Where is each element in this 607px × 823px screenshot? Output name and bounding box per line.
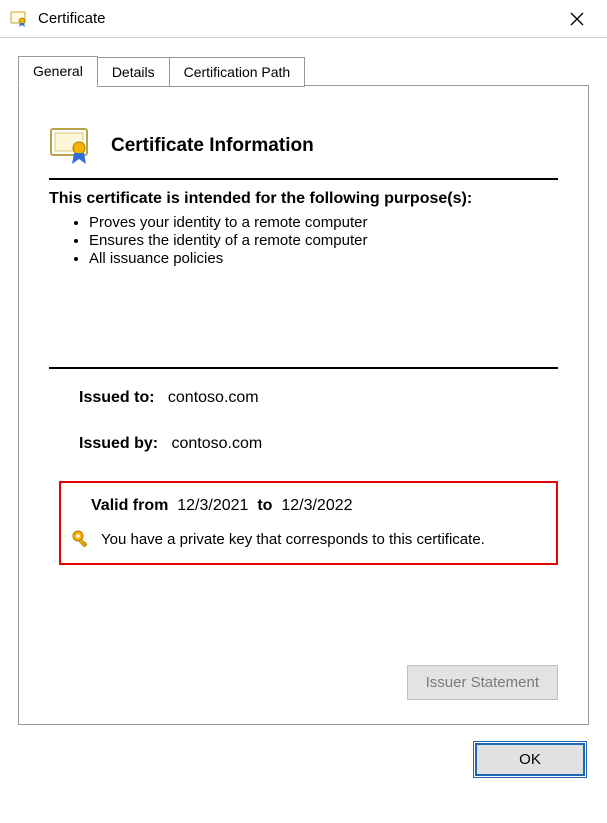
issued-to-label: Issued to: [79,389,155,406]
valid-to-label: to [257,497,272,514]
certificate-info-header: Certificate Information [49,126,558,166]
window-title: Certificate [38,10,557,27]
issued-by-value: contoso.com [171,435,262,452]
close-icon [570,12,584,26]
certificate-icon [10,10,28,28]
validity-highlight-box: Valid from 12/3/2021 to 12/3/2022 You ha… [59,481,558,565]
valid-from-value: 12/3/2021 [177,497,248,514]
certificate-fields: Issued to: contoso.com Issued by: contos… [79,389,558,453]
tab-panel-general: Certificate Information This certificate… [18,85,589,725]
purpose-item: Proves your identity to a remote compute… [89,214,558,231]
tabs-area: General Details Certification Path Certi… [0,38,607,725]
tab-certification-path[interactable]: Certification Path [169,57,306,87]
validity-line: Valid from 12/3/2021 to 12/3/2022 [91,497,546,515]
purpose-list: Proves your identity to a remote compute… [89,214,558,267]
issued-by-row: Issued by: contoso.com [79,435,558,453]
dialog-buttons: OK [0,725,607,776]
titlebar: Certificate [0,0,607,38]
issued-to-row: Issued to: contoso.com [79,389,558,407]
tab-general[interactable]: General [18,56,98,86]
purpose-item: All issuance policies [89,250,558,267]
divider-mid [49,367,558,369]
certificate-info-heading: Certificate Information [111,135,314,157]
close-button[interactable] [557,4,597,34]
ok-button[interactable]: OK [475,743,585,776]
key-icon [71,529,91,549]
tabs: General Details Certification Path [18,56,589,86]
issued-by-label: Issued by: [79,435,158,452]
issued-to-value: contoso.com [168,389,259,406]
issuer-statement-button: Issuer Statement [407,665,558,700]
private-key-line: You have a private key that corresponds … [71,529,546,549]
valid-to-value: 12/3/2022 [281,497,352,514]
divider-top [49,178,558,180]
valid-from-label: Valid from [91,497,168,514]
purpose-heading: This certificate is intended for the fol… [49,190,558,208]
tab-details[interactable]: Details [97,57,170,87]
purpose-item: Ensures the identity of a remote compute… [89,232,558,249]
private-key-text: You have a private key that corresponds … [101,531,485,548]
certificate-large-icon [49,126,97,166]
